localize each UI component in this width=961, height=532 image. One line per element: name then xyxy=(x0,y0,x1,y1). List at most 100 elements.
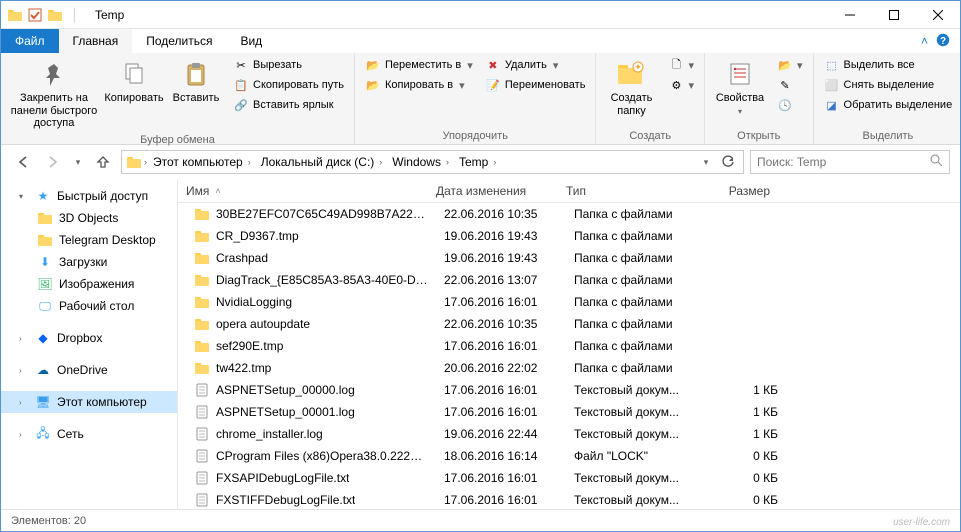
sidebar-item-desktop[interactable]: 🖵Рабочий стол xyxy=(1,295,177,317)
table-row[interactable]: sef290E.tmp17.06.2016 16:01Папка с файла… xyxy=(178,335,960,357)
file-size: 0 КБ xyxy=(706,449,786,463)
checkbox-icon[interactable] xyxy=(27,7,43,23)
copy-path-button[interactable]: 📋Скопировать путь xyxy=(229,76,348,94)
file-size: 1 КБ xyxy=(706,427,786,441)
ribbon-collapse-icon[interactable]: ˄ xyxy=(921,34,928,48)
file-name: sef290E.tmp xyxy=(216,339,283,353)
invert-selection-button[interactable]: ◪Обратить выделение xyxy=(820,96,957,114)
chevron-right-icon: › xyxy=(19,398,29,407)
file-date: 17.06.2016 16:01 xyxy=(436,471,566,485)
tab-share[interactable]: Поделиться xyxy=(132,29,226,53)
help-icon[interactable]: ? xyxy=(936,33,950,50)
folder-icon xyxy=(37,210,53,226)
sidebar-thispc[interactable]: ›🖥Этот компьютер xyxy=(1,391,177,413)
crumb-temp[interactable]: Temp› xyxy=(455,155,500,169)
delete-button[interactable]: ✖Удалить▾ xyxy=(481,56,590,74)
easy-access-button[interactable]: ⚙▾ xyxy=(664,76,698,94)
table-row[interactable]: DiagTrack_{E85C85A3-85A3-40E0-DA14-...22… xyxy=(178,269,960,291)
paste-button[interactable]: Вставить xyxy=(167,56,225,107)
maximize-button[interactable] xyxy=(872,1,916,29)
sidebar-item-downloads[interactable]: ⬇Загрузки xyxy=(1,251,177,273)
file-date: 20.06.2016 22:02 xyxy=(436,361,566,375)
tab-view[interactable]: Вид xyxy=(226,29,276,53)
crumb-thispc[interactable]: Этот компьютер› xyxy=(149,155,255,169)
recent-locations-button[interactable]: ▾ xyxy=(71,150,85,174)
up-button[interactable] xyxy=(91,150,115,174)
file-name: NvidiaLogging xyxy=(216,295,292,309)
pin-quickaccess-button[interactable]: Закрепить на панели быстрого доступа xyxy=(7,56,101,132)
history-button[interactable]: 🕓 xyxy=(773,96,807,114)
back-button[interactable] xyxy=(11,150,35,174)
table-row[interactable]: ASPNETSetup_00001.log17.06.2016 16:01Тек… xyxy=(178,401,960,423)
table-row[interactable]: FXSAPIDebugLogFile.txt17.06.2016 16:01Те… xyxy=(178,467,960,489)
file-name: CProgram Files (x86)Opera38.0.2220.31op.… xyxy=(216,449,428,463)
crumb-windows[interactable]: Windows› xyxy=(388,155,453,169)
table-row[interactable]: FXSTIFFDebugLogFile.txt17.06.2016 16:01Т… xyxy=(178,489,960,509)
col-type[interactable]: Тип xyxy=(558,184,698,198)
address-bar[interactable]: › Этот компьютер› Локальный диск (C:)› W… xyxy=(121,150,744,174)
select-all-button[interactable]: ⬚Выделить все xyxy=(820,56,957,74)
status-bar: Элементов: 20 xyxy=(1,509,960,531)
paste-icon xyxy=(180,58,212,90)
ribbon: Закрепить на панели быстрого доступа Коп… xyxy=(1,53,960,145)
chevron-down-icon: ▾ xyxy=(19,192,29,201)
folder-icon xyxy=(194,360,210,376)
table-row[interactable]: CR_D9367.tmp19.06.2016 19:43Папка с файл… xyxy=(178,225,960,247)
table-row[interactable]: Crashpad19.06.2016 19:43Папка с файлами xyxy=(178,247,960,269)
table-row[interactable]: ASPNETSetup_00000.log17.06.2016 16:01Тек… xyxy=(178,379,960,401)
search-box[interactable] xyxy=(750,150,950,174)
new-folder-button[interactable]: ✦ Создать папку xyxy=(602,56,660,119)
col-date[interactable]: Дата изменения xyxy=(428,184,558,198)
minimize-button[interactable] xyxy=(828,1,872,29)
sidebar-item-telegram[interactable]: Telegram Desktop xyxy=(1,229,177,251)
sidebar-item-3dobjects[interactable]: 3D Objects xyxy=(1,207,177,229)
table-row[interactable]: chrome_installer.log19.06.2016 22:44Текс… xyxy=(178,423,960,445)
folder-icon xyxy=(7,7,23,23)
rename-icon: 📝 xyxy=(485,77,501,93)
new-item-button[interactable]: 🗋▾ xyxy=(664,56,698,74)
svg-text:?: ? xyxy=(940,36,946,47)
move-to-button[interactable]: 📂Переместить в▾ xyxy=(361,56,477,74)
table-row[interactable]: CProgram Files (x86)Opera38.0.2220.31op.… xyxy=(178,445,960,467)
properties-button[interactable]: Свойства ▾ xyxy=(711,56,769,118)
file-size: 0 КБ xyxy=(706,471,786,485)
sidebar-quickaccess[interactable]: ▾ ★ Быстрый доступ xyxy=(1,185,177,207)
qat-folder-icon[interactable] xyxy=(47,7,63,23)
tab-home[interactable]: Главная xyxy=(59,29,133,53)
folder-icon xyxy=(194,316,210,332)
file-type: Текстовый докум... xyxy=(566,405,706,419)
col-size[interactable]: Размер xyxy=(698,184,778,198)
forward-button[interactable] xyxy=(41,150,65,174)
file-type: Папка с файлами xyxy=(566,361,706,375)
file-icon xyxy=(194,382,210,398)
open-button[interactable]: 📂▾ xyxy=(773,56,807,74)
refresh-button[interactable] xyxy=(717,151,739,173)
copy-to-button[interactable]: 📂Копировать в▾ xyxy=(361,76,477,94)
edit-button[interactable]: ✎ xyxy=(773,76,807,94)
col-name[interactable]: Имя˄ xyxy=(178,184,428,198)
copy-button[interactable]: Копировать xyxy=(105,56,163,107)
table-row[interactable]: 30BE27EFC07C65C49AD998B7A227412F-S...22.… xyxy=(178,203,960,225)
file-type: Папка с файлами xyxy=(566,251,706,265)
table-row[interactable]: NvidiaLogging17.06.2016 16:01Папка с фай… xyxy=(178,291,960,313)
chevron-right-icon: › xyxy=(19,366,29,375)
sidebar-item-pictures[interactable]: 🖼Изображения xyxy=(1,273,177,295)
sidebar-onedrive[interactable]: ›☁OneDrive xyxy=(1,359,177,381)
tab-file[interactable]: Файл xyxy=(1,29,59,53)
table-row[interactable]: opera autoupdate22.06.2016 10:35Папка с … xyxy=(178,313,960,335)
table-row[interactable]: tw422.tmp20.06.2016 22:02Папка с файлами xyxy=(178,357,960,379)
crumb-c[interactable]: Локальный диск (C:)› xyxy=(257,155,387,169)
close-button[interactable] xyxy=(916,1,960,29)
sidebar-dropbox[interactable]: ›◆Dropbox xyxy=(1,327,177,349)
cut-button[interactable]: ✂Вырезать xyxy=(229,56,348,74)
search-input[interactable] xyxy=(757,155,924,169)
address-dropdown-button[interactable]: ▾ xyxy=(695,151,717,173)
rename-button[interactable]: 📝Переименовать xyxy=(481,76,590,94)
desktop-icon: 🖵 xyxy=(37,298,53,314)
file-list[interactable]: 30BE27EFC07C65C49AD998B7A227412F-S...22.… xyxy=(178,203,960,509)
sidebar-network[interactable]: ›🖧Сеть xyxy=(1,423,177,445)
select-none-button[interactable]: ⬜Снять выделение xyxy=(820,76,957,94)
paste-shortcut-button[interactable]: 🔗Вставить ярлык xyxy=(229,96,348,114)
pc-icon: 🖥 xyxy=(35,394,51,410)
file-date: 19.06.2016 19:43 xyxy=(436,229,566,243)
